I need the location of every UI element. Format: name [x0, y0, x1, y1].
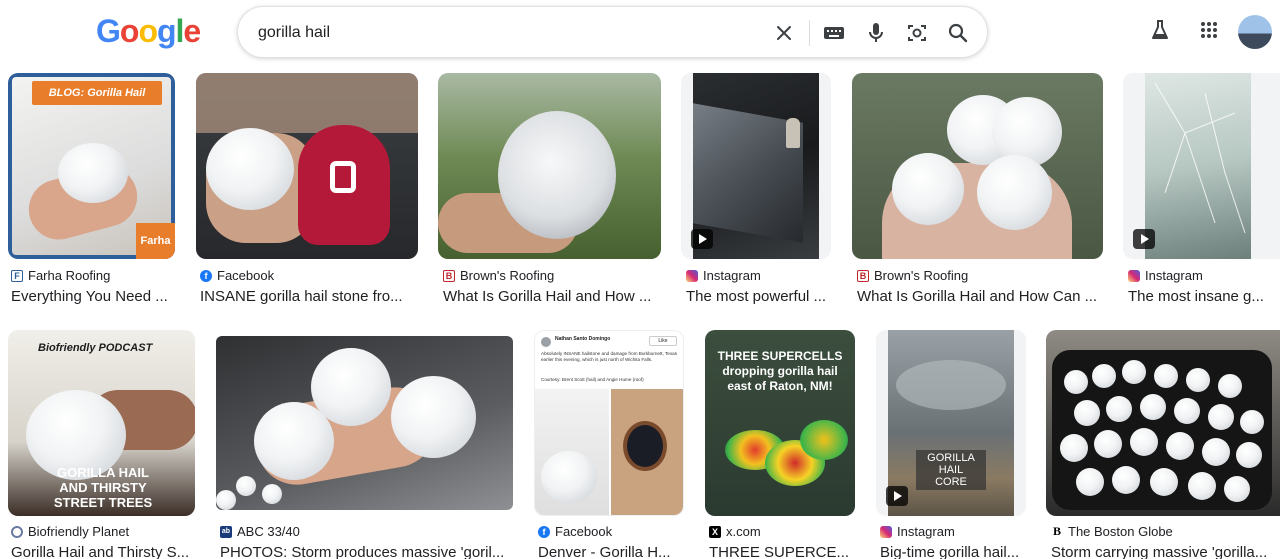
source-name: Brown's Roofing [874, 268, 969, 283]
result-source[interactable]: ab ABC 33/40 [220, 524, 300, 539]
overlay-line: east of Raton, NM! [727, 379, 833, 393]
apps-grid-icon[interactable] [1197, 18, 1221, 42]
source-name: Instagram [1145, 268, 1203, 283]
result-title[interactable]: Big-time gorilla hail... [880, 544, 1026, 559]
farha-favicon-icon: F [11, 269, 23, 282]
result-thumbnail[interactable] [196, 73, 418, 259]
result-title[interactable]: The most powerful ... [686, 288, 831, 305]
result-source[interactable]: Instagram [880, 524, 955, 539]
overlay-line: AND THIRSTY [59, 480, 147, 495]
source-name: Facebook [217, 268, 275, 283]
instagram-favicon-icon [880, 525, 892, 538]
video-play-icon [691, 229, 713, 249]
overlay-line: CORE [935, 476, 967, 489]
header: Google [0, 0, 1280, 66]
result-source[interactable]: B Brown's Roofing [443, 268, 554, 283]
post-author: Nathan Santo Domingo [555, 336, 611, 342]
source-name: Instagram [897, 524, 955, 539]
result-title[interactable]: PHOTOS: Storm produces massive 'goril... [220, 544, 516, 559]
result-thumbnail[interactable]: THREE SUPERCELLS dropping gorilla hail e… [705, 330, 855, 516]
like-button[interactable]: Like [649, 336, 677, 346]
browns-roofing-favicon-icon: B [443, 269, 455, 282]
result-title[interactable]: INSANE gorilla hail stone fro... [200, 288, 414, 305]
overlay-line: GORILLA HAIL [927, 452, 975, 477]
overlay-line: GORILLA HAIL [57, 465, 149, 480]
source-name: Facebook [555, 524, 613, 539]
camera-search-icon[interactable] [905, 21, 929, 45]
result-thumbnail[interactable]: BLOG: Gorilla Hail Farha [8, 73, 175, 259]
result-title[interactable]: Storm carrying massive 'gorilla... [1051, 544, 1273, 559]
x-favicon-icon: X [709, 525, 721, 538]
result-thumbnail[interactable] [681, 73, 831, 259]
overlay-label: GORILLA HAIL CORE [916, 450, 986, 491]
result-title[interactable]: Denver - Gorilla H... [538, 544, 678, 559]
result-thumbnail[interactable] [852, 73, 1103, 259]
overlay-line: THREE SUPERCELLS [717, 349, 843, 363]
post-text: Absolutely INSANE hailstone and damage f… [541, 351, 678, 362]
result-source[interactable]: f Facebook [538, 524, 612, 539]
source-name: Instagram [703, 268, 761, 283]
source-name: The Boston Globe [1068, 524, 1173, 539]
result-title[interactable]: What Is Gorilla Hail and How ... [443, 288, 657, 305]
result-source[interactable]: Instagram [1128, 268, 1203, 283]
result-thumbnail[interactable]: Nathan Santo Domingo Like Absolutely INS… [534, 330, 684, 516]
result-thumbnail[interactable] [1046, 330, 1280, 516]
instagram-favicon-icon [686, 269, 698, 282]
search-icon[interactable] [946, 21, 970, 45]
result-title[interactable]: THREE SUPERCE... [709, 544, 851, 559]
keyboard-icon[interactable] [822, 21, 846, 45]
result-title[interactable]: Everything You Need ... [11, 288, 179, 305]
biofriendly-favicon-icon [11, 525, 23, 538]
source-name: Farha Roofing [28, 268, 111, 283]
overlay-line: dropping gorilla hail [722, 364, 838, 378]
result-thumbnail[interactable]: Biofriendly PODCAST GORILLA HAIL AND THI… [8, 330, 195, 516]
result-source[interactable]: B Brown's Roofing [857, 268, 968, 283]
result-title[interactable]: What Is Gorilla Hail and How Can ... [857, 288, 1101, 305]
flask-icon[interactable] [1148, 18, 1172, 42]
result-thumbnail[interactable] [1123, 73, 1280, 259]
result-title[interactable]: The most insane g... [1128, 288, 1268, 305]
result-source[interactable]: Biofriendly Planet [11, 524, 129, 539]
abc-favicon-icon: ab [220, 525, 232, 538]
result-source[interactable]: Instagram [686, 268, 761, 283]
blog-banner: BLOG: Gorilla Hail [32, 81, 162, 105]
facebook-favicon-icon: f [538, 525, 550, 538]
source-name: Brown's Roofing [460, 268, 555, 283]
source-name: Biofriendly Planet [28, 524, 130, 539]
result-thumbnail[interactable] [438, 73, 661, 259]
avatar[interactable] [1238, 15, 1272, 49]
source-name: ABC 33/40 [237, 524, 300, 539]
facebook-favicon-icon: f [200, 269, 212, 282]
video-play-icon [886, 486, 908, 506]
video-play-icon [1133, 229, 1155, 249]
boston-globe-favicon-icon: B [1051, 524, 1063, 538]
result-source[interactable]: f Facebook [200, 268, 274, 283]
search-divider [809, 20, 810, 46]
podcast-logo: Biofriendly PODCAST [38, 342, 153, 354]
post-credit: Courtesy: Brent Scott (hail) and Angie H… [541, 377, 644, 382]
result-source[interactable]: X x.com [709, 524, 761, 539]
source-name: x.com [726, 524, 761, 539]
result-thumbnail[interactable] [216, 336, 513, 510]
search-box [237, 6, 988, 58]
result-source[interactable]: B The Boston Globe [1051, 524, 1173, 539]
result-source[interactable]: F Farha Roofing [11, 268, 110, 283]
microphone-icon[interactable] [864, 21, 888, 45]
browns-roofing-favicon-icon: B [857, 269, 869, 282]
brand-badge: Farha [136, 223, 175, 259]
search-input[interactable] [258, 22, 758, 44]
close-icon[interactable] [772, 21, 796, 45]
result-thumbnail[interactable]: GORILLA HAIL CORE [876, 330, 1026, 516]
overlay-line: STREET TREES [53, 495, 153, 510]
result-title[interactable]: Gorilla Hail and Thirsty S... [11, 544, 191, 559]
google-logo[interactable]: Google [96, 13, 201, 50]
instagram-favicon-icon [1128, 269, 1140, 282]
